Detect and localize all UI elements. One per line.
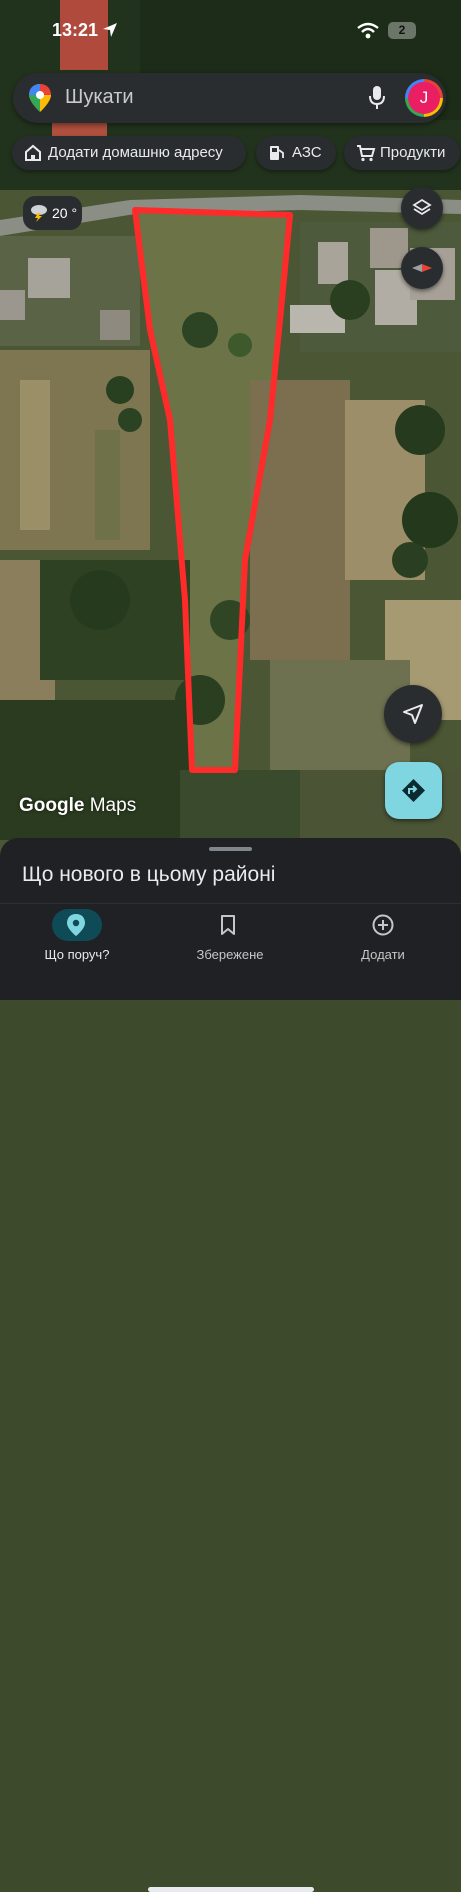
- gas-station-icon: [270, 146, 284, 160]
- nav-label: Збережене: [196, 947, 264, 962]
- navigation-arrow-icon: [403, 704, 423, 724]
- status-time: 13:21: [52, 20, 99, 40]
- search-bar[interactable]: Шукати J: [13, 73, 446, 123]
- attribution-product: Maps: [89, 795, 137, 816]
- status-bar: 13:21 2: [0, 0, 461, 60]
- location-arrow-icon: [103, 23, 117, 37]
- directions-icon: [402, 779, 425, 802]
- microphone-icon[interactable]: [369, 86, 385, 110]
- compass-icon: [412, 264, 432, 272]
- nav-contribute[interactable]: Додати: [323, 904, 443, 974]
- weather-temperature: 20 °: [52, 205, 78, 221]
- nav-icon-wrap: [358, 909, 408, 941]
- home-indicator[interactable]: [148, 1887, 314, 1892]
- chip-label: Додати домашню адресу: [48, 144, 223, 161]
- avatar[interactable]: J: [405, 79, 443, 117]
- nav-saved[interactable]: Збережене: [170, 904, 290, 974]
- explore-pin-icon: [67, 914, 85, 936]
- weather-badge[interactable]: 20 °: [23, 196, 82, 230]
- cart-icon: [357, 145, 376, 162]
- home-icon: [25, 144, 41, 161]
- layers-button[interactable]: [401, 187, 443, 229]
- nav-label: Що поруч?: [44, 947, 110, 962]
- explore-sheet[interactable]: Що нового в цьому районі: [0, 838, 461, 908]
- bottom-navigation: Що поруч? Збережене Додати: [0, 903, 461, 1892]
- search-input[interactable]: Шукати: [65, 86, 134, 109]
- compass-button[interactable]: [401, 247, 443, 289]
- thunderstorm-icon: [31, 205, 47, 222]
- nav-label: Додати: [361, 947, 405, 962]
- layers-icon: [412, 198, 432, 216]
- nav-active-indicator: [52, 909, 102, 941]
- attribution-brand: Google: [19, 795, 85, 816]
- sheet-drag-handle[interactable]: [209, 847, 252, 851]
- directions-button[interactable]: [385, 762, 442, 819]
- chip-label: АЗС: [292, 144, 322, 161]
- add-circle-icon: [372, 914, 394, 936]
- chip-label: Продукти: [380, 144, 446, 161]
- battery-indicator: 2: [388, 22, 416, 39]
- nav-icon-wrap: [205, 909, 255, 941]
- chip-gas-station[interactable]: АЗС: [256, 136, 336, 170]
- my-location-button[interactable]: [384, 685, 442, 743]
- wifi-icon: [357, 22, 379, 39]
- nav-explore[interactable]: Що поруч?: [17, 904, 137, 974]
- chip-add-home[interactable]: Додати домашню адресу: [12, 136, 246, 170]
- google-maps-attribution: Google Maps: [19, 795, 136, 817]
- bookmark-icon: [221, 915, 235, 935]
- avatar-letter: J: [408, 82, 440, 114]
- google-maps-pin-icon: [29, 84, 51, 112]
- sheet-title: Що нового в цьому районі: [22, 863, 276, 886]
- chip-groceries[interactable]: Продукти: [344, 136, 460, 170]
